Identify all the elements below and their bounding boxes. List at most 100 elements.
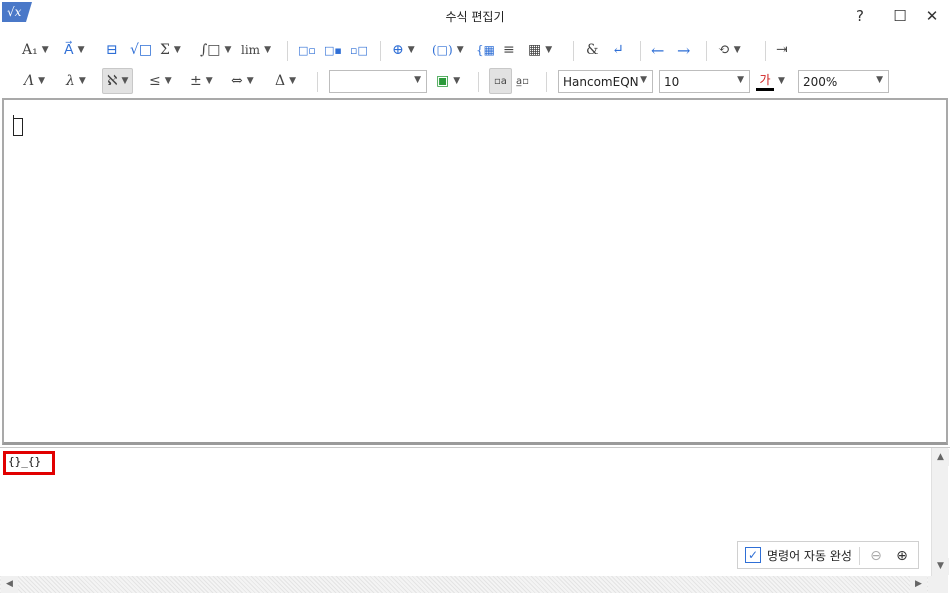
sub-super-icon: ▫□: [350, 43, 368, 57]
font-combo-value: HancomEQN: [563, 74, 639, 89]
ampersand-icon: &: [586, 42, 599, 58]
equation-canvas[interactable]: [2, 98, 948, 445]
text-cursor: [13, 115, 14, 135]
scroll-up-icon[interactable]: ▲: [932, 449, 949, 466]
scroll-left-icon[interactable]: ◀: [1, 576, 18, 593]
decoration-button[interactable]: A⃗ ▼: [64, 37, 85, 63]
matrix-button[interactable]: ▦ ▼: [528, 37, 552, 63]
convert-icon: ⟲: [718, 42, 730, 58]
style-combo[interactable]: ▼: [329, 70, 427, 93]
greek-upper-icon: Λ: [24, 73, 35, 89]
scroll-right-icon[interactable]: ▶: [910, 576, 927, 593]
stack-button[interactable]: ⊕ ▼: [392, 37, 415, 63]
bracket-button[interactable]: (□) ▼: [432, 37, 464, 63]
color-format-button[interactable]: ▣ ▼: [436, 68, 460, 94]
display-mode-icon: a̲▫: [516, 75, 529, 87]
superscript-button[interactable]: □▪: [324, 37, 342, 63]
color-format-icon: ▣: [436, 73, 450, 89]
chevron-down-icon: ▼: [205, 76, 213, 86]
hebrew-button[interactable]: ℵ ▼: [102, 68, 134, 94]
chevron-down-icon: ▼: [38, 76, 46, 86]
relations-button[interactable]: ≤ ▼: [149, 68, 172, 94]
resize-grip[interactable]: [928, 576, 948, 593]
newline-icon: ↵: [612, 42, 624, 58]
bracket-icon: (□): [432, 43, 453, 57]
toolbar-divider: [287, 41, 288, 61]
integral-button[interactable]: ∫□ ▼: [200, 37, 231, 63]
chevron-down-icon: ▼: [737, 75, 744, 85]
chevron-down-icon: ▼: [246, 76, 254, 86]
toolbar-primary: A₁ ▼ A⃗ ▼ ⊟ √□ Σ ▼ ∫□ ▼ lim ▼ □▫ □▪ ▫□ ⊕ ▼ (□)…: [0, 35, 950, 65]
font-size-combo-value: 10: [664, 74, 680, 89]
font-color-button[interactable]: 가 ▼: [756, 68, 785, 94]
operators-button[interactable]: ± ▼: [190, 68, 213, 94]
inline-mode-button[interactable]: ▫a: [489, 68, 512, 94]
autocomplete-label: 명령어 자동 완성: [767, 548, 852, 563]
toolbar-divider: [706, 41, 707, 61]
font-color-icon: 가: [756, 71, 774, 91]
insert-button[interactable]: ⇥: [776, 37, 788, 63]
chevron-down-icon: ▼: [545, 45, 553, 55]
window-title: 수식 편집기: [445, 10, 505, 24]
back-button[interactable]: ←: [651, 37, 664, 63]
font-size-combo[interactable]: 10 ▼: [659, 70, 750, 93]
font-style-button[interactable]: A₁ ▼: [22, 37, 49, 63]
convert-button[interactable]: ⟲ ▼: [718, 37, 741, 63]
stack-icon: ⊕: [392, 42, 404, 58]
chevron-down-icon: ▼: [453, 76, 461, 86]
lines-button[interactable]: ≡: [503, 37, 515, 63]
close-button[interactable]: ✕: [914, 4, 950, 28]
toolbar-divider: [478, 72, 479, 92]
root-button[interactable]: √□: [130, 37, 152, 63]
chevron-down-icon: ▼: [224, 45, 232, 55]
zoom-combo-value: 200%: [803, 74, 838, 89]
aleph-icon: ℵ: [107, 73, 118, 89]
chevron-down-icon: ▼: [456, 45, 464, 55]
cases-icon: {▦: [476, 43, 495, 57]
autocomplete-checkbox[interactable]: ✓: [745, 547, 761, 563]
chevron-down-icon: ▼: [414, 75, 421, 85]
chevron-down-icon: ▼: [876, 75, 883, 85]
display-mode-button[interactable]: a̲▫: [516, 68, 529, 94]
arrow-left-icon: ←: [651, 40, 665, 60]
fraction-button[interactable]: ⊟: [106, 37, 118, 63]
chevron-down-icon: ▼: [264, 45, 271, 55]
font-color-glyph: 가: [759, 73, 771, 87]
horizontal-scrollbar[interactable]: ◀ ▶: [0, 576, 928, 593]
greek-upper-button[interactable]: Λ ▼: [24, 68, 45, 94]
chevron-down-icon: ▼: [733, 45, 741, 55]
script-input[interactable]: {}_{}: [3, 451, 55, 475]
toolbar-divider: [573, 41, 574, 61]
help-button[interactable]: ?: [842, 4, 878, 28]
ampersand-button[interactable]: &: [586, 37, 598, 63]
arrows-button[interactable]: ⇔ ▼: [231, 68, 254, 94]
forward-button[interactable]: →: [677, 37, 690, 63]
font-combo[interactable]: HancomEQN ▼: [558, 70, 653, 93]
zoom-out-icon[interactable]: ⊖: [866, 546, 886, 566]
misc-symbols-button[interactable]: Δ ▼: [275, 68, 296, 94]
chevron-down-icon: ▼: [121, 76, 129, 86]
newline-button[interactable]: ↵: [612, 37, 624, 63]
maximize-button[interactable]: ☐: [882, 4, 918, 28]
limit-button[interactable]: lim ▼: [241, 37, 271, 63]
toolbar-divider: [546, 72, 547, 92]
cases-button[interactable]: {▦: [476, 37, 495, 63]
zoom-combo[interactable]: 200% ▼: [798, 70, 889, 93]
zoom-in-icon[interactable]: ⊕: [892, 546, 912, 566]
inline-mode-icon: ▫a: [494, 75, 507, 87]
chevron-down-icon: ▼: [407, 45, 415, 55]
insert-icon: ⇥: [776, 42, 788, 58]
delta-icon: Δ: [275, 73, 286, 89]
vertical-scrollbar[interactable]: ▲ ▼: [931, 448, 949, 576]
autocomplete-panel: ✓ 명령어 자동 완성 ⊖ ⊕: [737, 541, 919, 569]
scroll-down-icon[interactable]: ▼: [932, 558, 949, 575]
decoration-icon: A⃗: [64, 42, 74, 58]
title-bar: √x 수식 편집기 ? ☐ ✕: [0, 0, 950, 32]
sub-super-button[interactable]: ▫□: [350, 37, 368, 63]
sum-button[interactable]: Σ ▼: [160, 37, 181, 63]
limit-icon: lim: [241, 43, 261, 57]
matrix-icon: ▦: [528, 42, 542, 58]
subscript-button[interactable]: □▫: [298, 37, 316, 63]
placeholder-box[interactable]: [13, 118, 23, 136]
greek-lower-button[interactable]: λ ▼: [66, 68, 86, 94]
